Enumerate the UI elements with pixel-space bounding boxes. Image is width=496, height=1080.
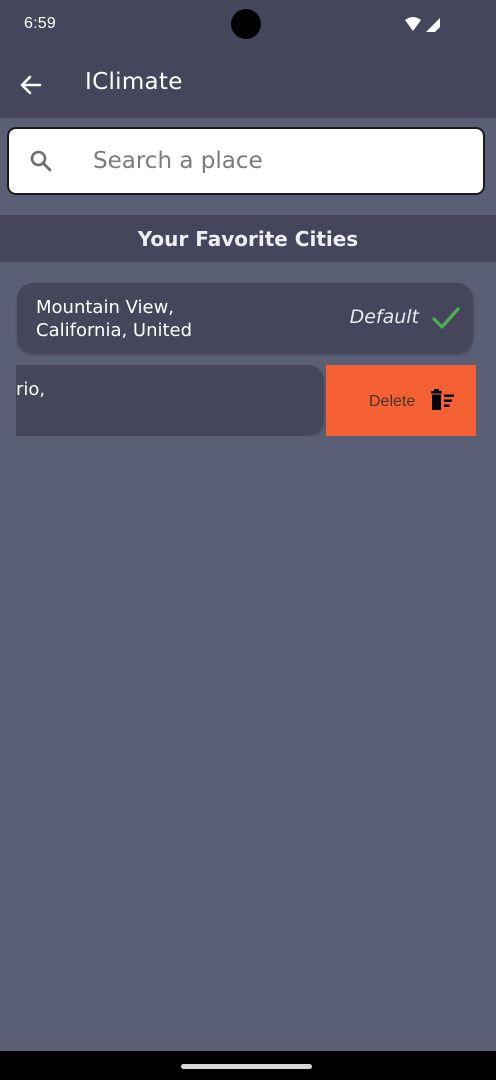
camera-cutout <box>231 9 261 39</box>
home-indicator[interactable] <box>181 1064 312 1069</box>
back-button[interactable] <box>14 68 48 102</box>
wifi-icon <box>405 17 440 32</box>
trash-icon <box>429 389 455 411</box>
delete-button[interactable]: Delete <box>326 365 476 436</box>
default-label: Default <box>349 306 419 328</box>
city-swipe-row[interactable]: rio, Delete <box>16 365 476 436</box>
system-nav-bar <box>0 1051 496 1080</box>
page-title: IClimate <box>85 69 183 95</box>
favorites-title: Your Favorite Cities <box>137 226 359 251</box>
favorites-header: Your Favorite Cities <box>0 215 496 262</box>
search-input[interactable] <box>93 143 463 179</box>
city-card-swiped[interactable]: rio, <box>16 365 324 435</box>
arrow-left-icon <box>20 75 42 95</box>
status-bar: 6:59 <box>0 0 496 50</box>
city-name: Mountain View, California, United <box>36 297 193 341</box>
check-icon <box>431 304 461 332</box>
city-name: rio, <box>16 379 46 400</box>
app-screen: 6:59 IClimate Your Favorite Cities <box>0 0 496 1080</box>
app-bar: IClimate <box>0 50 496 118</box>
search-icon <box>29 149 53 173</box>
search-box[interactable] <box>7 127 485 195</box>
city-card-default[interactable]: Mountain View, California, United Defaul… <box>17 283 473 353</box>
status-time: 6:59 <box>24 15 56 32</box>
status-icons <box>404 16 444 34</box>
delete-label: Delete <box>369 393 416 410</box>
